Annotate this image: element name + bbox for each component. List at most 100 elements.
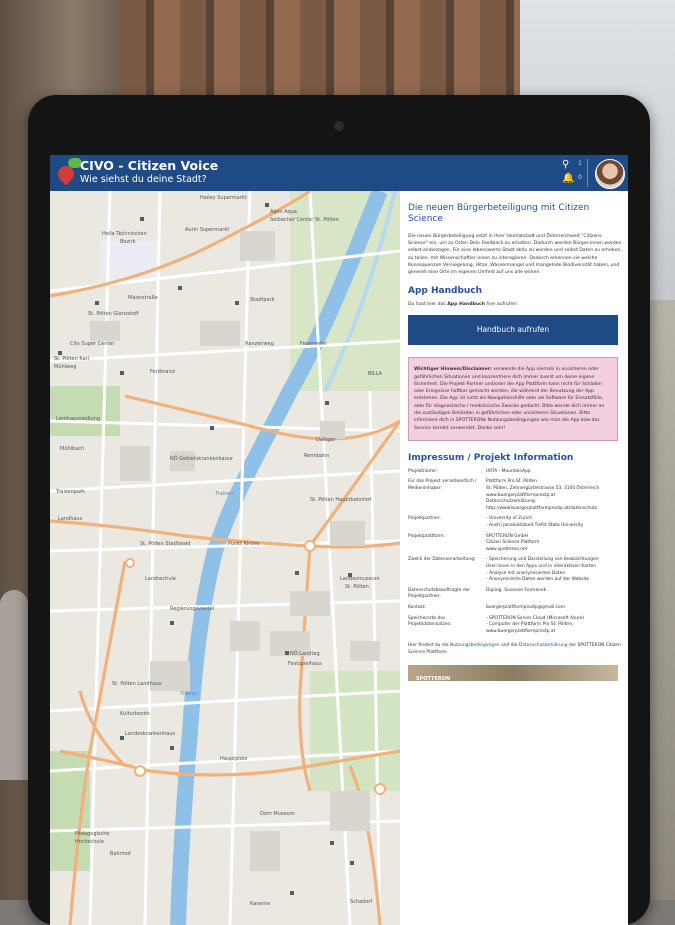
impressum-value: - SPOTTERON Server Cloud (Microsoft Azur… xyxy=(486,615,585,634)
impressum-row: Speicherorte des Projektdatensatzes: - SP… xyxy=(408,616,622,636)
impressum-heading: Impressum / Projekt Information xyxy=(408,452,574,463)
bell-count: 0 xyxy=(578,174,582,181)
map-label: Landhaus xyxy=(58,516,83,522)
map-label: St. Pölten xyxy=(315,217,339,223)
background-building-facade xyxy=(120,0,520,95)
map-label: Pädagogische xyxy=(75,831,110,837)
map-label: Bezirk xyxy=(120,239,136,245)
impressum-value: URTA - MountainApp xyxy=(486,468,531,474)
map-label: Bahnhof xyxy=(110,851,131,857)
app-subtitle: Wie siehst du deine Stadt? xyxy=(80,174,207,185)
map-label: Kaserne xyxy=(250,901,271,907)
map-canvas[interactable] xyxy=(50,191,400,925)
panel-intro: Die neuen Bürgerbeteiligung setzt in Ihr… xyxy=(408,234,622,276)
map-label: Dom Museum xyxy=(260,811,295,817)
app-title: CIVO - Citizen Voice xyxy=(80,158,219,173)
impressum-key: Projektplattform: xyxy=(408,533,446,539)
map-label: Dalliger xyxy=(316,437,336,443)
map-label: St. Pölten Hauptbahnhof xyxy=(310,497,372,503)
location-icon[interactable]: ⚲ xyxy=(562,159,574,171)
location-count: 1 xyxy=(578,160,582,167)
map-label: Mühlbach xyxy=(60,446,85,452)
map-label: Regierungsviertel xyxy=(170,606,215,612)
map-label: City Super Center xyxy=(70,341,115,347)
map-label: Hella Technischen xyxy=(102,231,147,237)
map-label: Landsschule xyxy=(145,576,176,582)
map-label: St. Pölten Stadtwald xyxy=(140,541,191,547)
handbook-text-pre: Du hast hier das xyxy=(408,302,448,308)
map-label: Landesmuseum xyxy=(340,576,380,582)
footer-pre: Hier findest du die xyxy=(408,643,450,649)
map-label: St. Pölten Landhaus xyxy=(112,681,162,687)
map-view[interactable]: Hailey Supermarkt Alpin Aqua Seibacher C… xyxy=(50,191,400,925)
impressum-list: Projektname: URTA - MountainApp Für das Pr… xyxy=(408,469,622,635)
map-label: Ranzenweg xyxy=(245,341,274,347)
map-label: Kulturbezirk xyxy=(120,711,150,717)
impressum-key: Projektname: xyxy=(408,468,438,474)
spotteron-banner: SPOTTERON xyxy=(408,664,618,682)
tablet-camera xyxy=(334,121,344,131)
header-divider xyxy=(587,159,588,187)
app-logo[interactable] xyxy=(54,158,82,186)
map-label: St. Pölten xyxy=(345,584,369,590)
handbook-text-post: hier aufrufen: xyxy=(485,302,518,308)
handbook-text: Du hast hier das App Handbuch hier aufru… xyxy=(408,302,622,307)
footer-mid: und die xyxy=(499,643,519,649)
map-label: Punkt Kirche xyxy=(228,541,260,547)
map-label: Hochschule xyxy=(75,839,104,845)
impressum-row: Projektpartner: - University of Zurich - … xyxy=(408,516,622,529)
map-label: Aurin Supermarkt xyxy=(185,227,230,233)
impressum-row: Zweck der Datenverarbeitung: - Speicherun… xyxy=(408,557,622,583)
impressum-key: Zweck der Datenverarbeitung: xyxy=(408,557,476,563)
map-label: Rennbahn xyxy=(304,453,330,459)
impressum-row: Projektplattform: SPOTTERON GmbH Citizen … xyxy=(408,534,622,554)
map-label: Maierstraße xyxy=(128,295,158,301)
privacy-link[interactable]: Datenschutzerklärung xyxy=(519,643,568,648)
impressum-value: Dipling. Susanne Formanek xyxy=(486,587,547,593)
impressum-row: Kontakt: buergerplattformprostp@gmail.com xyxy=(408,605,622,612)
map-label: St. Pölten Glanzstoff xyxy=(88,311,139,317)
footer-text: Hier findest du die Nutzungsbedingungen … xyxy=(408,643,622,656)
impressum-key: Für das Projekt verantwortlich / Medieni… xyxy=(408,479,477,492)
header-actions: ⚲ 1 🔔 0 xyxy=(558,157,586,189)
map-label: BILLA xyxy=(368,371,383,377)
map-label: Seibacher Center xyxy=(270,217,314,223)
map-label: Traisenpark xyxy=(56,489,85,495)
impressum-value: - Speicherung und Darstellung von Beobac… xyxy=(486,557,599,583)
disclaimer-box: Wichtiger Hinweis/Disclaimer: verwende d… xyxy=(408,357,618,441)
impressum-row: Projektname: URTA - MountainApp xyxy=(408,469,622,476)
map-label: Lernhaussiedlung xyxy=(56,416,101,422)
impressum-key: Datenschutzbeauftragte der Projektpartne… xyxy=(408,587,471,600)
map-label: Hauptplatz xyxy=(220,756,248,762)
map-label: NÖ Landtag xyxy=(290,651,320,657)
map-label: Traisen xyxy=(215,491,234,497)
impressum-row: Für das Projekt verantwortlich / Medieni… xyxy=(408,479,622,512)
impressum-value: buergerplattformprostp@gmail.com xyxy=(486,604,566,610)
tablet-screen: CIVO - Citizen Voice Wie siehst du deine… xyxy=(50,155,628,925)
background-person xyxy=(0,590,28,780)
map-label: Traisen xyxy=(180,691,199,697)
bell-icon[interactable]: 🔔 xyxy=(562,173,574,185)
map-label: Mühlweg xyxy=(54,364,77,370)
impressum-value: SPOTTERON GmbH Citizen Science Platform … xyxy=(486,533,540,552)
handbook-button[interactable]: Handbuch aufrufen xyxy=(408,315,618,346)
map-label: Hailey Supermarkt xyxy=(200,195,247,201)
map-label: Ferdinand xyxy=(150,369,175,375)
terms-link[interactable]: Nutzungsbedingungen xyxy=(450,643,500,648)
impressum-row: Datenschutzbeauftragte der Projektpartne… xyxy=(408,588,622,601)
handbook-text-bold: App Handbuch xyxy=(447,302,486,308)
disclaimer-title: Wichtiger Hinweis/Disclaimer: xyxy=(414,367,492,373)
map-label: Festspielhaus xyxy=(288,661,322,667)
map-label: Feuerwehr xyxy=(300,341,327,347)
user-avatar[interactable] xyxy=(595,159,625,189)
impressum-key: Projektpartner: xyxy=(408,516,441,522)
map-label: Alpin Aqua xyxy=(270,209,297,215)
map-label: Landeskrankenhaus xyxy=(125,731,176,737)
map-label: NÖ Gebietskrankenkasse xyxy=(170,456,233,462)
disclaimer-text: verwende die App niemals in unsicheren o… xyxy=(414,367,605,431)
map-park xyxy=(50,386,120,436)
impressum-value: - University of Zurich - Austri Janakiwi… xyxy=(486,516,584,529)
map-label: St. Pölten Karl xyxy=(54,356,90,362)
panel-heading: Die neuen Bürgerbeteiligung mit Citizen … xyxy=(408,203,590,224)
app-header: CIVO - Citizen Voice Wie siehst du deine… xyxy=(50,155,628,191)
